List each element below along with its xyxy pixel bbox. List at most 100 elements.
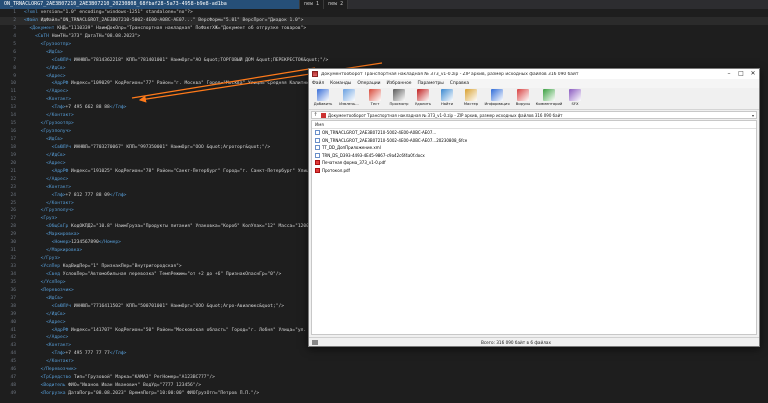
line-number: 31: [10, 248, 16, 254]
code-text: <ИдСв>: [46, 49, 63, 55]
file-row[interactable]: Печатная форма_373_v1-0.pdf: [312, 159, 756, 167]
editor-tab-strip: ON_TRNACLORG7_2AE3B07210_2AE3B07210_2023…: [0, 0, 768, 9]
line-number: 8: [13, 65, 16, 71]
file-row[interactable]: ON_TRNACLGROT_2AE3B07210-5002-4E00-A0BC-…: [312, 137, 756, 145]
menu-favorites[interactable]: Избранное: [384, 79, 415, 88]
code-line[interactable]: 3 <Документ КНД="1110339" НаимДокОпр="Тр…: [0, 25, 768, 33]
line-number: 47: [10, 375, 16, 381]
wizard-button[interactable]: Мастер: [459, 88, 483, 110]
menu-help[interactable]: Справка: [447, 79, 472, 88]
editor-tab-active[interactable]: ON_TRNACLORG7_2AE3B07210_2AE3B07210_2023…: [0, 0, 300, 9]
chevron-down-icon[interactable]: ▾: [750, 113, 756, 118]
code-line[interactable]: 45 </Контакт>: [0, 358, 768, 366]
line-number: 17: [10, 137, 16, 142]
line-number: 19: [10, 152, 16, 158]
line-number: 26: [10, 208, 16, 214]
xml-file-icon: [315, 130, 320, 136]
find-button[interactable]: Найти: [435, 88, 459, 110]
status-bar: Всего: 316 090 байт в 6 файлах: [309, 337, 759, 346]
close-icon[interactable]: ✕: [747, 69, 759, 79]
line-number: 13: [10, 105, 16, 111]
line-number: 39: [10, 311, 16, 317]
sfx-button[interactable]: SFX: [563, 88, 587, 110]
menu-commands[interactable]: Команды: [327, 79, 354, 88]
minimize-icon[interactable]: –: [723, 69, 735, 79]
line-number: 11: [10, 89, 16, 95]
code-line[interactable]: 47 <ТрСредство Тип="Грузовой" Марка="КАМ…: [0, 374, 768, 382]
path-bar: ↑ Документооборот Транспортная накладная…: [311, 111, 757, 119]
drive-icon: [312, 339, 318, 345]
pdf-file-icon: [315, 167, 320, 173]
code-line[interactable]: 6 <ИдСв>: [0, 49, 768, 57]
file-row[interactable]: TRN_DS_D393-4493-4E45-9867-c9a42c6f4a0f.…: [312, 152, 756, 160]
menu-bar: Файл Команды Операции Избранное Параметр…: [309, 79, 759, 88]
extract-button[interactable]: Извлечь...: [335, 88, 363, 110]
code-line[interactable]: 46 </Перевозчик>: [0, 366, 768, 374]
line-number: 18: [10, 144, 16, 150]
xml-file-icon: [315, 145, 320, 151]
code-text: <СвТН НомТН="373" ДатаТН="08.08.2023">: [35, 33, 141, 39]
code-line[interactable]: 4 <СвТН НомТН="373" ДатаТН="08.08.2023">: [0, 33, 768, 41]
delete-icon: [417, 89, 429, 101]
view-icon: [393, 89, 405, 101]
code-line[interactable]: 1 <?xml version="1.0" encoding="windows-1…: [0, 9, 768, 17]
code-line[interactable]: 48 <Водитель ФИО="Иванов Иван Иванович" …: [0, 382, 768, 390]
toolbar: Добавить Извлечь... Тест Просмотр Удалит…: [309, 88, 759, 110]
virus-icon: [517, 89, 529, 101]
view-button[interactable]: Просмотр: [387, 88, 411, 110]
add-button[interactable]: Добавить: [311, 88, 335, 110]
info-button[interactable]: Информация: [483, 88, 511, 110]
file-row[interactable]: TT_DD_ДопПриложение.xml: [312, 144, 756, 152]
code-line[interactable]: 5 <Грузоотпр>: [0, 41, 768, 49]
menu-operations[interactable]: Операции: [354, 79, 383, 88]
line-number: 4: [13, 33, 16, 39]
line-number: 28: [10, 224, 16, 230]
line-number: 23: [10, 184, 16, 190]
column-header: Имя: [312, 121, 756, 129]
line-number: 24: [10, 192, 16, 198]
window-titlebar[interactable]: Документооборот Транспортная накладная №…: [309, 69, 759, 79]
comment-button[interactable]: Комментарий: [535, 88, 563, 110]
document-file-icon: [315, 152, 320, 158]
test-button[interactable]: Тест: [363, 88, 387, 110]
line-number: 5: [13, 41, 16, 47]
line-number: 22: [10, 176, 16, 182]
code-text: <Тлф>+7 495 777 77 77</Тлф>: [51, 351, 127, 357]
line-number: 36: [10, 287, 16, 293]
extract-icon: [343, 89, 355, 101]
wizard-icon: [465, 89, 477, 101]
test-icon: [369, 89, 381, 101]
line-number: 1: [13, 10, 16, 15]
find-icon: [441, 89, 453, 101]
file-list[interactable]: Имя ON_TRNACLGROT_2AE3B07210-5002-4E00-A…: [311, 120, 757, 335]
maximize-icon[interactable]: □: [735, 69, 747, 79]
code-text: <Грузоотпр>: [40, 41, 72, 47]
column-name-header[interactable]: Имя: [312, 121, 756, 128]
code-line[interactable]: 49 <Погрузка ДатаПогр="08.08.2023" Время…: [0, 390, 768, 398]
file-row[interactable]: ON_TRNACLGROT_2AE3B07210-5002-4E00-A0BC-…: [312, 129, 756, 137]
code-text: </Перевозчик>: [40, 367, 77, 373]
line-number: 16: [10, 129, 16, 135]
code-text: <Файл ИдФайл="ON_TRNACLGROT_2AE3B07210-5…: [24, 17, 304, 23]
line-number: 44: [10, 351, 16, 357]
menu-file[interactable]: Файл: [309, 79, 327, 88]
add-icon: [317, 89, 329, 101]
delete-button[interactable]: Удалить: [411, 88, 435, 110]
line-number: 12: [10, 97, 16, 103]
line-number: 45: [10, 359, 16, 365]
archiver-window[interactable]: Документооборот Транспортная накладная №…: [308, 68, 760, 347]
code-text: <Документ КНД="1110339" НаимДокОпр="Тран…: [29, 25, 307, 31]
line-number: 9: [13, 73, 16, 79]
menu-options[interactable]: Параметры: [414, 79, 446, 88]
window-title: Документооборот Транспортная накладная №…: [321, 71, 579, 77]
code-line[interactable]: 44 <Тлф>+7 495 777 77 77</Тлф>: [0, 350, 768, 358]
editor-tab[interactable]: new 2: [324, 0, 349, 9]
editor-tab[interactable]: new 1: [300, 0, 325, 9]
code-text: <Погрузка ДатаПогр="08.08.2023" ВремяПог…: [40, 391, 260, 396]
up-arrow-icon[interactable]: ↑: [312, 112, 319, 118]
line-number: 41: [10, 327, 16, 333]
code-line[interactable]: 7 <СвЮЛУч ИННЮЛ="7814362218" КПП="781401…: [0, 57, 768, 65]
code-line[interactable]: 2 <Файл ИдФайл="ON_TRNACLGROT_2AE3B07210-…: [0, 16, 768, 25]
file-row[interactable]: Протокол.pdf: [312, 167, 756, 175]
virus-scan-button[interactable]: Вирусы: [511, 88, 535, 110]
